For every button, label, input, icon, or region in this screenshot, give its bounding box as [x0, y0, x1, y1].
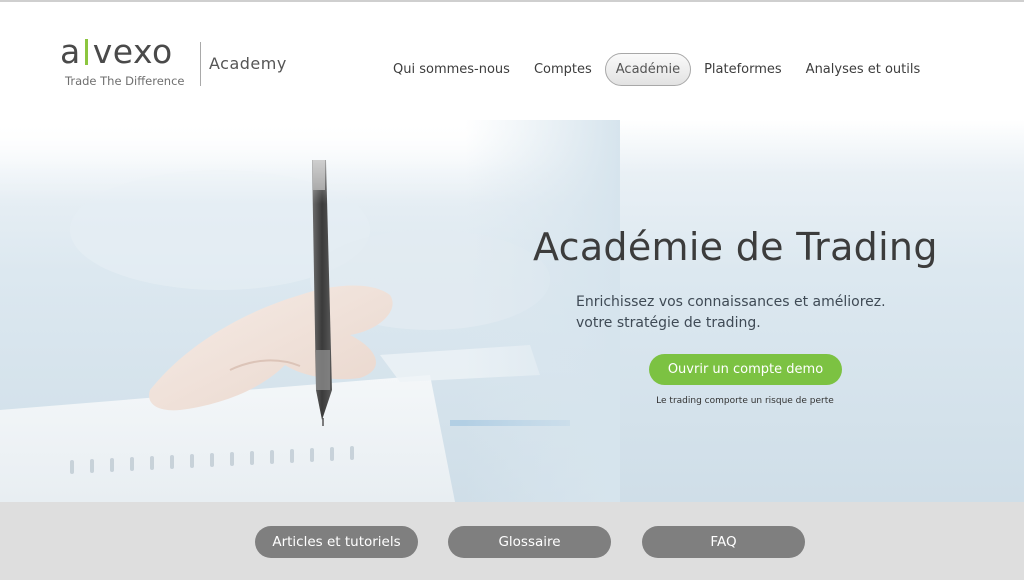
nav-item-about[interactable]: Qui sommes-nous	[382, 53, 521, 86]
logo-divider	[200, 42, 201, 86]
articles-tutorials-button[interactable]: Articles et tutoriels	[255, 526, 418, 558]
logo-wordmark: a vexo	[60, 32, 173, 72]
glossary-button[interactable]: Glossaire	[448, 526, 611, 558]
hero-subtitle-line-1: Enrichissez vos connaissances et amélior…	[576, 294, 886, 310]
site-header: a vexo Trade The Difference Academy Qui s…	[0, 2, 1024, 120]
logo-tagline: Trade The Difference	[65, 74, 185, 88]
brand-logo[interactable]: a vexo Trade The Difference Academy	[60, 32, 310, 92]
risk-disclaimer: Le trading comporte un risque de perte	[656, 396, 834, 406]
nav-item-analysis-tools[interactable]: Analyses et outils	[795, 53, 932, 86]
hero-subtitle-line-2: votre stratégie de trading.	[576, 315, 761, 331]
faq-button[interactable]: FAQ	[642, 526, 805, 558]
hero-title: Académie de Trading	[533, 225, 938, 269]
open-demo-account-button[interactable]: Ouvrir un compte demo	[649, 354, 842, 385]
logo-section-label: Academy	[209, 54, 287, 73]
academy-sections-bar: Articles et tutoriels Glossaire FAQ	[0, 502, 1024, 580]
nav-item-academy[interactable]: Académie	[604, 52, 692, 86]
logo-bar-mark	[84, 39, 88, 65]
nav-item-platforms[interactable]: Plateformes	[693, 53, 793, 86]
logo-letters: vexo	[92, 32, 173, 71]
hero-writing-hand-image	[0, 120, 620, 502]
logo-letter: a	[60, 32, 81, 71]
main-nav: Qui sommes-nous Comptes Académie Platefo…	[382, 52, 933, 86]
hero-subtitle: Enrichissez vos connaissances et amélior…	[576, 292, 916, 334]
nav-item-accounts[interactable]: Comptes	[523, 53, 603, 86]
hero-banner: Académie de Trading Enrichissez vos conn…	[0, 120, 1024, 502]
